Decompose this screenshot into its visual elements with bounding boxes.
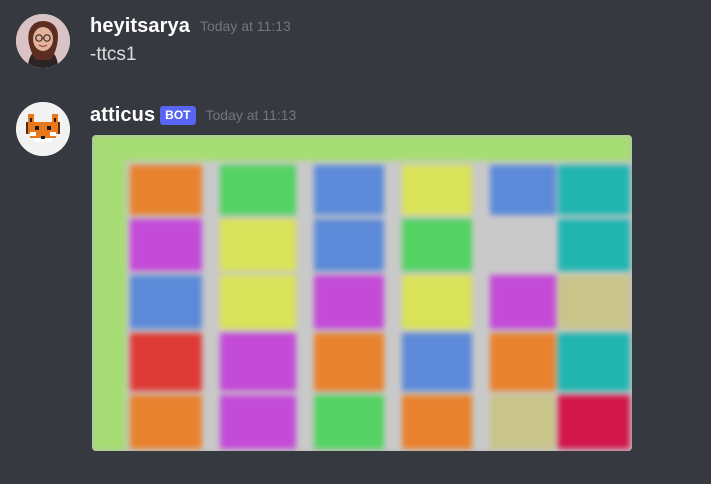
timetable-cell xyxy=(314,395,384,449)
username[interactable]: atticus xyxy=(90,104,155,127)
timetable-cell xyxy=(130,275,202,329)
timetable-image xyxy=(92,135,632,451)
chat-message: atticus BOT Today at 11:13 xyxy=(0,90,711,484)
timetable-cell xyxy=(490,333,556,391)
timetable-cell xyxy=(130,219,202,271)
timetable-cell xyxy=(314,333,384,391)
timetable-cell xyxy=(490,219,556,271)
timetable-cell xyxy=(490,165,556,215)
message-content: -ttcs1 xyxy=(90,44,137,65)
timetable-cell xyxy=(558,275,630,329)
fox-avatar-icon[interactable] xyxy=(16,102,70,156)
timetable-cell xyxy=(220,333,296,391)
timetable-cell xyxy=(402,219,472,271)
timetable-cell xyxy=(314,165,384,215)
chat-messages: heyitsarya Today at 11:13 -ttcs1 atticus… xyxy=(0,0,711,484)
timetable-cell xyxy=(558,333,630,391)
message-header: heyitsarya Today at 11:13 xyxy=(90,13,291,39)
timestamp[interactable]: Today at 11:13 xyxy=(206,107,297,123)
timetable-cell xyxy=(402,395,472,449)
timetable-cell xyxy=(220,219,296,271)
timetable-cell xyxy=(558,395,630,449)
user-avatar-icon[interactable] xyxy=(16,14,70,68)
timetable-header xyxy=(92,135,632,161)
timetable-cell xyxy=(314,219,384,271)
chat-message: heyitsarya Today at 11:13 -ttcs1 xyxy=(0,0,711,90)
timestamp[interactable]: Today at 11:13 xyxy=(200,18,291,34)
bot-tag: BOT xyxy=(160,105,196,125)
timetable-cell xyxy=(130,395,202,449)
timetable-cell xyxy=(558,219,630,271)
timetable-cell xyxy=(130,165,202,215)
image-attachment[interactable] xyxy=(92,135,632,451)
timetable-cell xyxy=(490,275,556,329)
timetable-row-header xyxy=(92,135,126,451)
username[interactable]: heyitsarya xyxy=(90,15,190,38)
timetable-cell xyxy=(220,395,296,449)
timetable-cell xyxy=(314,275,384,329)
timetable-cell xyxy=(130,333,202,391)
timetable-cell xyxy=(402,333,472,391)
timetable-cell xyxy=(220,275,296,329)
timetable-cell xyxy=(490,395,556,449)
timetable-cell xyxy=(402,165,472,215)
timetable-cell xyxy=(558,165,630,215)
timetable-cell xyxy=(220,165,296,215)
timetable-cell xyxy=(402,275,472,329)
message-header: atticus BOT Today at 11:13 xyxy=(90,102,296,128)
